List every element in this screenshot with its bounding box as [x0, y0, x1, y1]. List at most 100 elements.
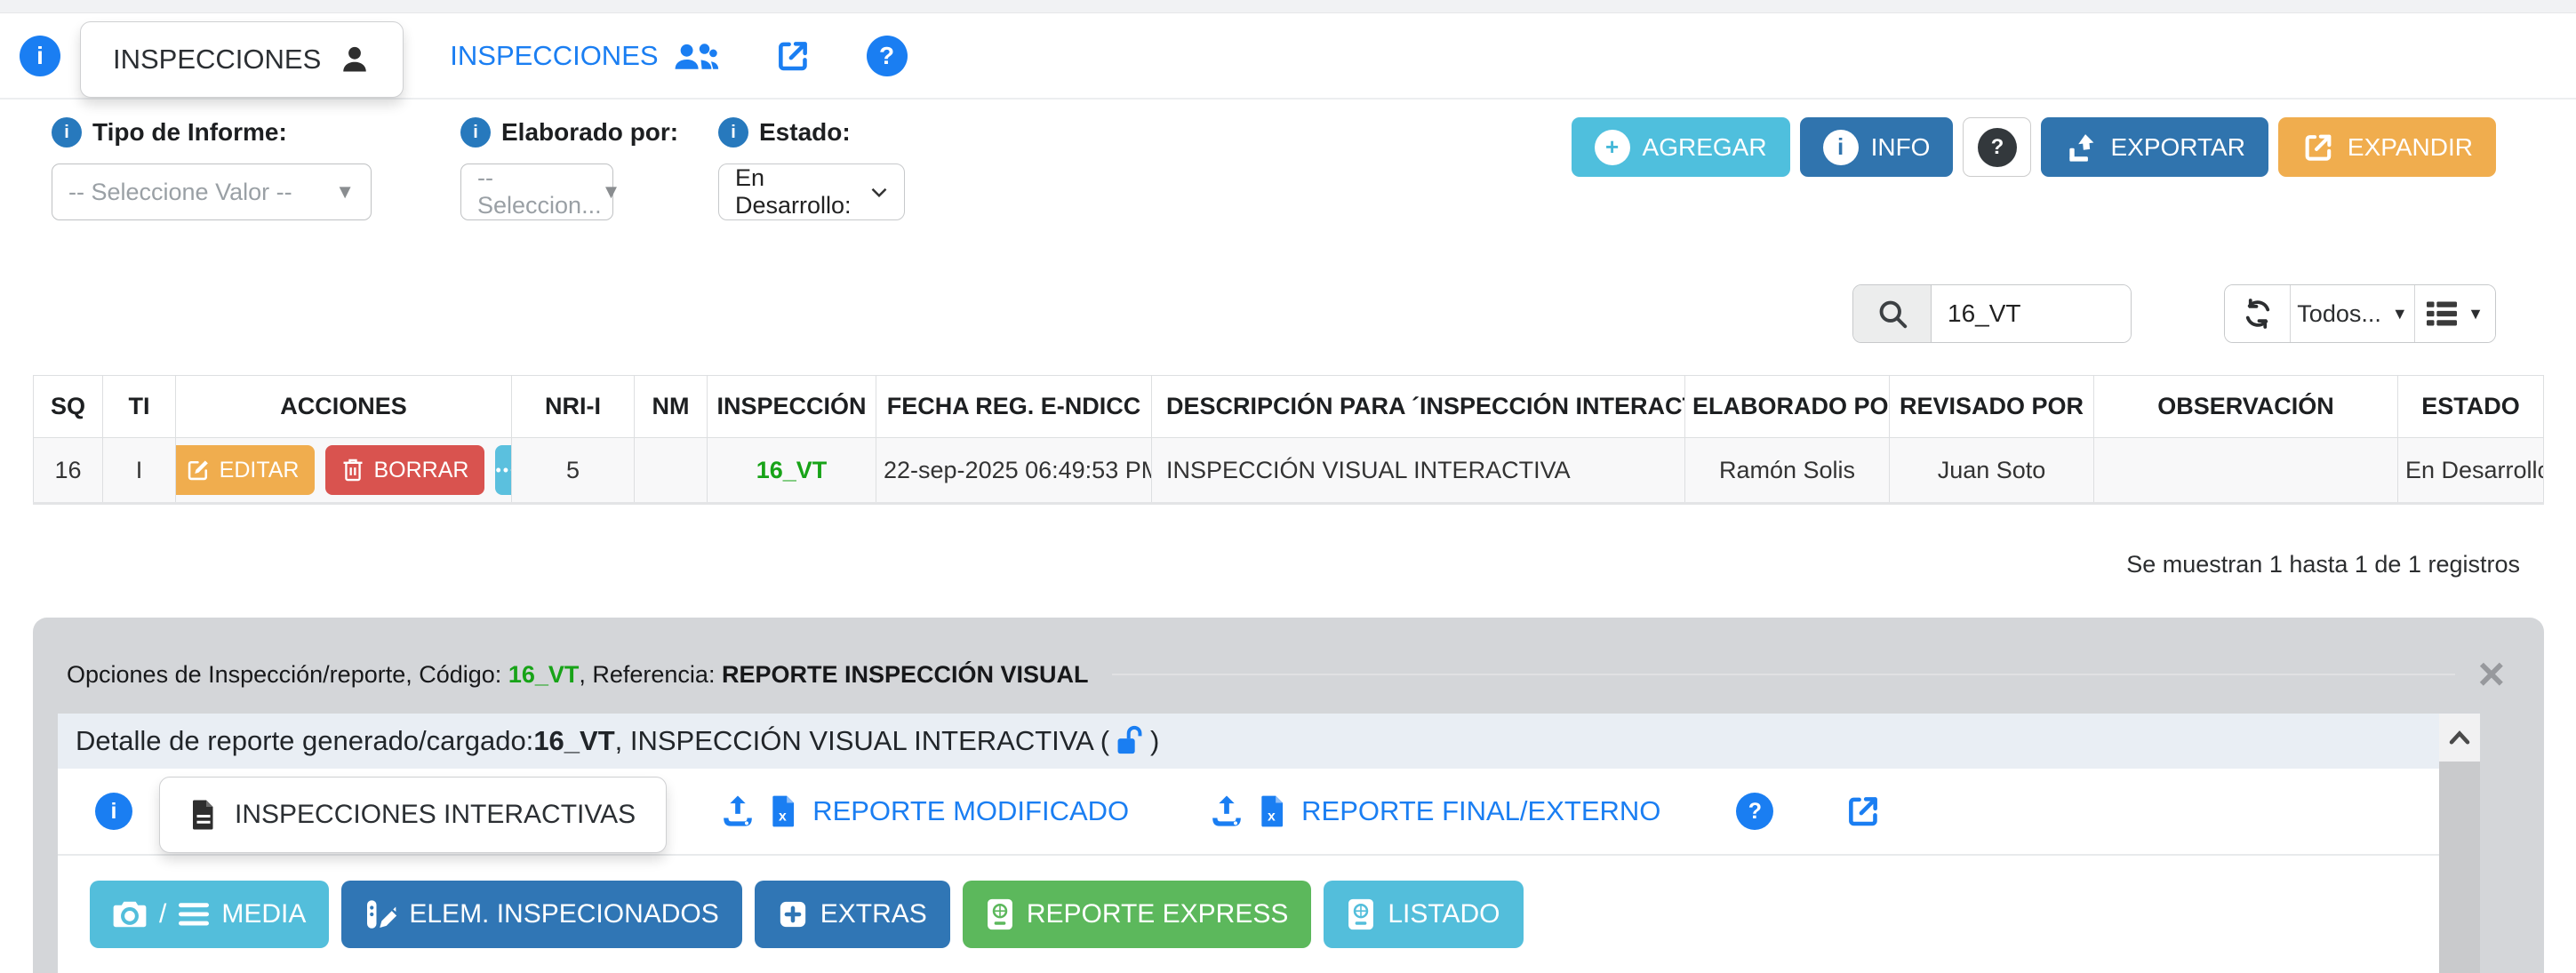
estado-select[interactable]: En Desarrollo:	[718, 163, 905, 220]
report-tabs: i INSPECCIONES INTERACTIVAS x REPORTE MO…	[58, 769, 2439, 856]
reporte-final-link[interactable]: x REPORTE FINAL/EXTERNO	[1209, 794, 1660, 829]
tab-inspecciones-interactivas[interactable]: INSPECCIONES INTERACTIVAS	[159, 777, 667, 853]
panel-title-mid: , Referencia:	[579, 661, 722, 688]
info-icon[interactable]: i	[20, 36, 60, 76]
col-elaborado[interactable]: ELABORADO POR	[1685, 376, 1890, 438]
expandir-button[interactable]: EXPANDIR	[2278, 117, 2496, 177]
help-button[interactable]: ?	[1963, 117, 2031, 177]
col-nri-i[interactable]: NRI-I	[512, 376, 635, 438]
panel-title: Opciones de Inspección/reporte, Código: …	[67, 661, 1089, 689]
refresh-button[interactable]	[2225, 285, 2291, 342]
detail-close-paren: )	[1150, 725, 1159, 757]
info-icon[interactable]: i	[460, 117, 491, 148]
upload-icon	[1209, 794, 1244, 829]
passport-report-icon	[1347, 897, 1375, 931]
table-header-row: SQ TI ACCIONES NRI-I NM INSPECCIÓN FECHA…	[34, 376, 2544, 438]
tab-inspecciones-active[interactable]: INSPECCIONES	[80, 21, 404, 98]
controls-row: i Tipo de Informe: -- Seleccione Valor -…	[0, 100, 2576, 259]
table-row: 16 I EDITAR	[34, 438, 2544, 504]
reporte-modificado-link[interactable]: x REPORTE MODIFICADO	[720, 794, 1129, 829]
tab-inspecciones-group[interactable]: INSPECCIONES	[450, 39, 718, 73]
inspections-table-wrap: SQ TI ACCIONES NRI-I NM INSPECCIÓN FECHA…	[33, 375, 2543, 505]
caret-down-icon: ▼	[2468, 305, 2484, 323]
title-divider	[1112, 674, 2455, 675]
listado-button[interactable]: LISTADO	[1324, 881, 1523, 948]
caret-down-icon: ▼	[335, 180, 355, 203]
cell-inspeccion[interactable]: 16_VT	[708, 438, 876, 504]
exportar-label: EXPORTAR	[2110, 133, 2244, 162]
excel-file-icon: x	[1259, 794, 1287, 828]
trash-icon	[341, 458, 364, 483]
elem-label: ELEM. INSPECIONADOS	[409, 899, 718, 929]
col-descripcion[interactable]: DESCRIPCIÓN PARA ´INSPECCIÓN INTERACTIVA…	[1152, 376, 1685, 438]
col-estado[interactable]: ESTADO	[2398, 376, 2544, 438]
cell-estado: En Desarrollo	[2398, 438, 2544, 504]
info-button[interactable]: i INFO	[1800, 117, 1954, 177]
scope-label: Todos...	[2297, 300, 2381, 328]
expand-icon	[2301, 131, 2335, 164]
elaborado-por-select[interactable]: -- Seleccion... ▼	[460, 163, 613, 220]
cell-observacion	[2094, 438, 2398, 504]
col-sq[interactable]: SQ	[34, 376, 103, 438]
cell-nm	[635, 438, 708, 504]
extras-button[interactable]: EXTRAS	[755, 881, 950, 948]
external-link-icon[interactable]	[1844, 793, 1882, 830]
reporte-modificado-label: REPORTE MODIFICADO	[812, 795, 1129, 827]
close-icon[interactable]: ×	[2478, 657, 2505, 692]
toolbar: + AGREGAR i INFO ? EXPORTAR EXPANDIR	[1572, 117, 2496, 177]
agregar-button[interactable]: + AGREGAR	[1572, 117, 1790, 177]
scrollbar[interactable]	[2439, 714, 2480, 973]
col-inspeccion[interactable]: INSPECCIÓN	[708, 376, 876, 438]
external-link-icon[interactable]	[774, 37, 812, 75]
unlock-icon[interactable]	[1115, 724, 1145, 758]
tab-inspecciones-group-label: INSPECCIONES	[450, 40, 658, 72]
report-actions: / MEDIA ELEM. INSPECIONADOS EXTRAS	[58, 856, 2480, 948]
options-panel: Opciones de Inspección/reporte, Código: …	[33, 618, 2544, 973]
report-detail-container: Detalle de reporte generado/cargado: 16_…	[58, 714, 2480, 973]
editar-button[interactable]: EDITAR	[176, 445, 316, 495]
columns-dropdown[interactable]: ▼	[2415, 285, 2495, 342]
col-nm[interactable]: NM	[635, 376, 708, 438]
col-revisado[interactable]: REVISADO POR	[1890, 376, 2094, 438]
scroll-thumb[interactable]	[2439, 762, 2480, 973]
detail-desc: , INSPECCIÓN VISUAL INTERACTIVA (	[615, 725, 1109, 757]
tab-inspecciones-interactivas-label: INSPECCIONES INTERACTIVAS	[235, 800, 636, 830]
exportar-button[interactable]: EXPORTAR	[2041, 117, 2268, 177]
help-icon[interactable]: ?	[867, 36, 908, 76]
elem-inspecionados-button[interactable]: ELEM. INSPECIONADOS	[341, 881, 741, 948]
scroll-up-button[interactable]	[2439, 714, 2480, 762]
plus-square-icon	[778, 899, 808, 929]
tipo-informe-value: -- Seleccione Valor --	[68, 179, 292, 206]
elaborado-por-value: -- Seleccion...	[477, 164, 602, 219]
info-icon[interactable]: i	[52, 117, 82, 148]
col-observacion[interactable]: OBSERVACIÓN	[2094, 376, 2398, 438]
edit-pencil-icon	[186, 458, 211, 483]
plus-circle-icon: +	[1595, 130, 1630, 165]
more-actions-button[interactable]: •••	[495, 445, 511, 495]
col-fecha[interactable]: FECHA REG. E-NDICC	[876, 376, 1152, 438]
media-button[interactable]: / MEDIA	[90, 881, 329, 948]
filter-elaborado-label-row: i Elaborado por:	[460, 117, 665, 148]
info-icon[interactable]: i	[95, 793, 132, 830]
search-input[interactable]	[1932, 285, 2131, 342]
panel-title-prefix: Opciones de Inspección/reporte, Código:	[67, 661, 508, 688]
extras-label: EXTRAS	[820, 899, 927, 929]
cell-ti: I	[103, 438, 176, 504]
caret-down-icon: ▼	[2392, 305, 2408, 323]
upload-icon	[720, 794, 756, 829]
scope-dropdown[interactable]: Todos... ▼	[2291, 285, 2415, 342]
col-ti[interactable]: TI	[103, 376, 176, 438]
col-acciones: ACCIONES	[176, 376, 512, 438]
inspections-table: SQ TI ACCIONES NRI-I NM INSPECCIÓN FECHA…	[33, 375, 2544, 505]
reporte-express-button[interactable]: REPORTE EXPRESS	[963, 881, 1312, 948]
tipo-informe-select[interactable]: -- Seleccione Valor -- ▼	[52, 163, 372, 220]
borrar-button[interactable]: BORRAR	[325, 445, 484, 495]
filter-estado-label-row: i Estado:	[718, 117, 905, 148]
detail-code: 16_VT	[533, 725, 614, 757]
info-icon[interactable]: i	[718, 117, 748, 148]
help-icon[interactable]: ?	[1736, 793, 1773, 830]
filter-estado-label: Estado:	[759, 118, 851, 147]
svg-text:x: x	[1268, 809, 1276, 824]
camera-icon	[113, 900, 147, 929]
people-icon	[673, 39, 719, 73]
